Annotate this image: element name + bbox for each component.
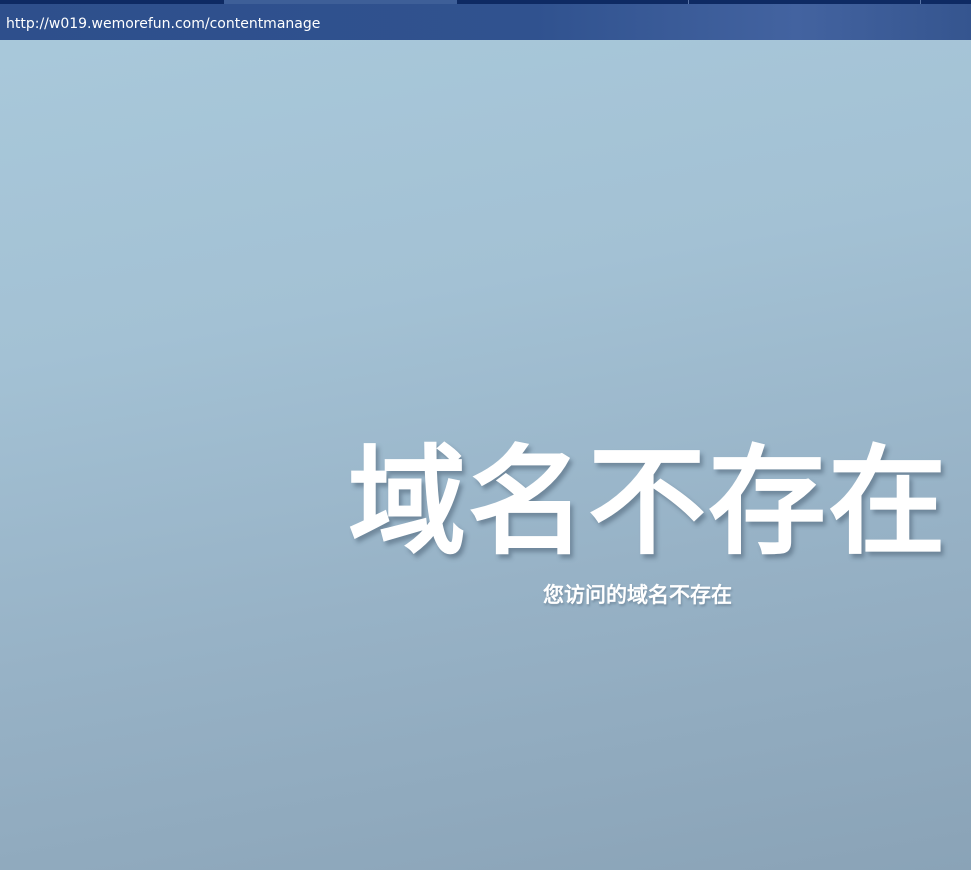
tab-segment[interactable]: [921, 0, 971, 4]
error-page: http://w019.wemorefun.com/contentmanage …: [0, 0, 971, 870]
tab-segment[interactable]: [689, 0, 920, 4]
address-bar[interactable]: http://w019.wemorefun.com/contentmanage: [0, 0, 971, 40]
url-text[interactable]: http://w019.wemorefun.com/contentmanage: [6, 15, 320, 33]
tab-strip: [0, 0, 971, 4]
tab-segment[interactable]: [0, 0, 224, 4]
tab-segment[interactable]: [457, 0, 688, 4]
error-headline: 域名不存在: [348, 433, 949, 571]
error-message: 您访问的域名不存在: [543, 583, 732, 607]
tab-segment-active[interactable]: [224, 0, 457, 4]
